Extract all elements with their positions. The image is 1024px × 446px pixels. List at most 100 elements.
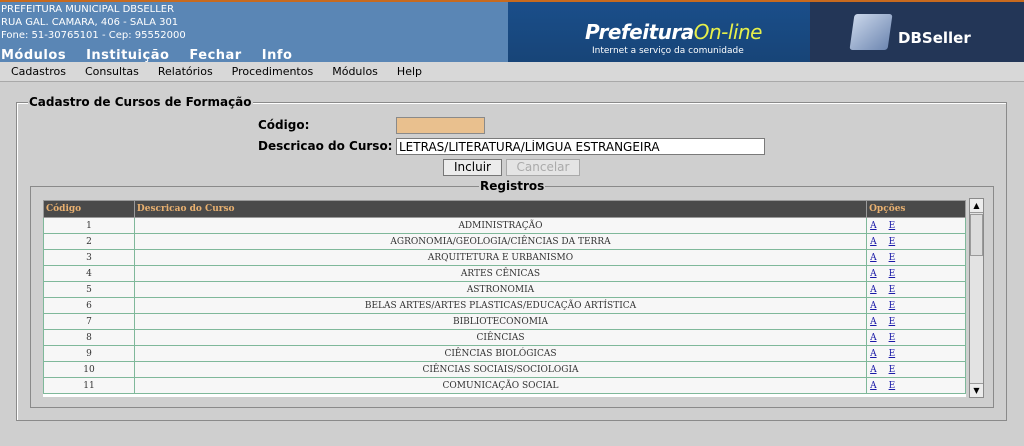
banner-title: PrefeituraOn-line	[585, 20, 762, 44]
cell-codigo: 8	[43, 329, 135, 346]
excluir-link[interactable]: E	[889, 253, 896, 263]
main-menu-fechar[interactable]: Fechar	[189, 48, 241, 62]
cell-codigo: 7	[43, 313, 135, 330]
incluir-button[interactable]: Incluir	[443, 159, 502, 176]
cell-codigo: 6	[43, 297, 135, 314]
cell-codigo: 11	[43, 377, 135, 394]
excluir-link[interactable]: E	[889, 317, 896, 327]
alterar-link[interactable]: A	[870, 349, 877, 359]
scroll-down-arrow-icon[interactable]: ▼	[970, 383, 983, 397]
cell-descricao: ARTES CÊNICAS	[133, 265, 868, 282]
cell-descricao: CIÊNCIAS SOCIAIS/SOCIOLOGIA	[133, 361, 868, 378]
menu-help[interactable]: Help	[397, 62, 422, 81]
org-address: RUA GAL. CAMARA, 406 - SALA 301	[1, 17, 179, 28]
organization-info: PREFEITURA MUNICIPAL DBSELLER RUA GAL. C…	[1, 3, 186, 42]
menu-modulos[interactable]: Módulos	[332, 62, 378, 81]
excluir-link[interactable]: E	[889, 349, 896, 359]
excluir-link[interactable]: E	[889, 301, 896, 311]
cell-codigo: 5	[43, 281, 135, 298]
main-menu: Módulos Instituição Fechar Info	[1, 48, 312, 62]
cell-descricao: AGRONOMIA/GEOLOGIA/CIÊNCIAS DA TERRA	[133, 233, 868, 250]
alterar-link[interactable]: A	[870, 301, 877, 311]
excluir-link[interactable]: E	[889, 221, 896, 231]
excluir-link[interactable]: E	[889, 381, 896, 391]
menu-consultas[interactable]: Consultas	[85, 62, 139, 81]
excluir-link[interactable]: E	[889, 365, 896, 375]
descricao-label: Descricao do Curso:	[258, 139, 393, 153]
cell-opcoes: AE	[866, 313, 966, 330]
banner-title-online: On-line	[693, 20, 763, 44]
alterar-link[interactable]: A	[870, 381, 877, 391]
alterar-link[interactable]: A	[870, 269, 877, 279]
cell-codigo: 4	[43, 265, 135, 282]
cell-descricao: ARQUITETURA E URBANISMO	[133, 249, 868, 266]
vendor-name: DBSeller	[898, 29, 971, 47]
cell-descricao: ASTRONOMIA	[133, 281, 868, 298]
app-header: PREFEITURA MUNICIPAL DBSELLER RUA GAL. C…	[0, 0, 1024, 62]
column-header-codigo[interactable]: Código	[43, 200, 135, 218]
codigo-input[interactable]	[396, 117, 485, 134]
cell-opcoes: AE	[866, 249, 966, 266]
cell-opcoes: AE	[866, 377, 966, 394]
descricao-input[interactable]	[396, 138, 765, 155]
main-menu-modulos[interactable]: Módulos	[1, 48, 66, 62]
alterar-link[interactable]: A	[870, 365, 877, 375]
org-phone: Fone: 51-30765101 - Cep: 95552000	[1, 30, 186, 41]
table-row: 3 ARQUITETURA E URBANISMO A E	[43, 249, 966, 266]
excluir-link[interactable]: E	[889, 237, 896, 247]
form-legend: Cadastro de Cursos de Formação	[28, 95, 253, 109]
main-menu-info[interactable]: Info	[262, 48, 293, 62]
banner-title-main: Prefeitura	[585, 20, 694, 44]
cell-opcoes: AE	[866, 265, 966, 282]
alterar-link[interactable]: A	[870, 285, 877, 295]
cell-opcoes: AE	[866, 361, 966, 378]
registros-table: Código Descricao do Curso Opções 1 ADMINI…	[43, 200, 966, 394]
alterar-link[interactable]: A	[870, 333, 877, 343]
menu-cadastros[interactable]: Cadastros	[11, 62, 66, 81]
cell-opcoes: AE	[866, 329, 966, 346]
table-row: 9 CIÊNCIAS BIOLÓGICAS A E	[43, 345, 966, 362]
menu-relatorios[interactable]: Relatórios	[158, 62, 213, 81]
alterar-link[interactable]: A	[870, 237, 877, 247]
table-row: 1 ADMINISTRAÇÃO A E	[43, 217, 966, 234]
menubar: Cadastros Consultas Relatórios Procedime…	[0, 62, 1024, 82]
alterar-link[interactable]: A	[870, 221, 877, 231]
table-body: 1 ADMINISTRAÇÃO A E 2 AGRONOMIA/GEOLOGIA/CIÊN…	[43, 217, 966, 394]
cell-descricao: CIÊNCIAS BIOLÓGICAS	[133, 345, 868, 362]
table-row: 7 BIBLIOTECONOMIA A E	[43, 313, 966, 330]
registros-legend: Registros	[479, 179, 546, 193]
cell-opcoes: AE	[866, 297, 966, 314]
cell-codigo: 1	[43, 217, 135, 234]
excluir-link[interactable]: E	[889, 269, 896, 279]
codigo-label: Código:	[258, 118, 310, 132]
cell-codigo: 2	[43, 233, 135, 250]
excluir-link[interactable]: E	[889, 285, 896, 295]
banner-subtitle: Internet a serviço da comunidade	[592, 46, 744, 56]
scroll-thumb[interactable]	[970, 214, 983, 256]
table-scrollbar[interactable]: ▲ ▼	[969, 198, 984, 398]
excluir-link[interactable]: E	[889, 333, 896, 343]
cell-codigo: 3	[43, 249, 135, 266]
cell-codigo: 9	[43, 345, 135, 362]
cell-opcoes: AE	[866, 345, 966, 362]
menu-procedimentos[interactable]: Procedimentos	[232, 62, 314, 81]
alterar-link[interactable]: A	[870, 253, 877, 263]
cell-descricao: BELAS ARTES/ARTES PLASTICAS/EDUCAÇÃO ART…	[133, 297, 868, 314]
column-header-descricao[interactable]: Descricao do Curso	[133, 200, 868, 218]
cancelar-button[interactable]: Cancelar	[506, 159, 580, 176]
table-row: 11 COMUNICAÇÃO SOCIAL A E	[43, 377, 966, 394]
cell-codigo: 10	[43, 361, 135, 378]
column-header-opcoes: Opções	[866, 200, 966, 218]
cell-opcoes: AE	[866, 281, 966, 298]
org-name: PREFEITURA MUNICIPAL DBSELLER	[1, 4, 175, 15]
prefeitura-online-banner: PrefeituraOn-line Internet a serviço da …	[508, 2, 810, 62]
cell-opcoes: AE	[866, 233, 966, 250]
table-row: 6 BELAS ARTES/ARTES PLASTICAS/EDUCAÇÃO AR…	[43, 297, 966, 314]
cell-descricao: CIÊNCIAS	[133, 329, 868, 346]
main-menu-instituicao[interactable]: Instituição	[86, 48, 169, 62]
cell-descricao: ADMINISTRAÇÃO	[133, 217, 868, 234]
registros-table-container: Código Descricao do Curso Opções 1 ADMINI…	[43, 200, 966, 397]
alterar-link[interactable]: A	[870, 317, 877, 327]
scroll-up-arrow-icon[interactable]: ▲	[970, 199, 983, 213]
dbseller-logo-icon	[849, 14, 893, 50]
